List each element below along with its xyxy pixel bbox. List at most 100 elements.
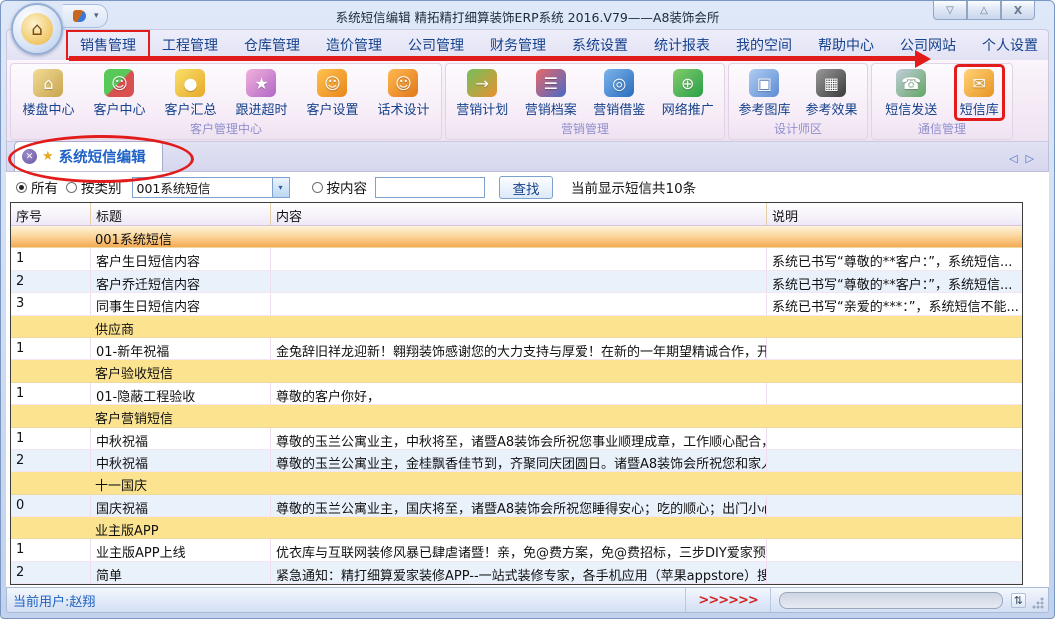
resize-grip-icon[interactable] [1032, 597, 1044, 609]
find-button[interactable]: 查找 [499, 176, 553, 199]
network-promotion-icon: ⊕ [673, 69, 703, 97]
updown-icon[interactable]: ⇅ [1011, 593, 1026, 608]
ribbon-button-0-1[interactable]: ☺客户中心 [89, 66, 149, 119]
menu-item-7[interactable]: 统计报表 [641, 31, 723, 59]
menu-item-3[interactable]: 造价管理 [313, 31, 395, 59]
chevron-down-icon[interactable]: ▾ [272, 178, 289, 197]
menubar-items: 销售管理工程管理仓库管理造价管理公司管理财务管理系统设置统计报表我的空间帮助中心 [67, 31, 887, 59]
ribbon-button-0-5[interactable]: ☺话术设计 [373, 66, 433, 119]
menubar-right-items: 公司网站个人设置 [887, 31, 1051, 59]
radio-dot [66, 182, 77, 193]
menu-item-0[interactable]: 销售管理 [67, 31, 149, 59]
annotation-red-arrow-line [69, 56, 917, 61]
app-window: ⌂ ▾ 系统短信编辑 精拓精打细算装饰ERP系统 2016.V79——A8装饰会… [0, 0, 1055, 619]
ribbon-button-0-2[interactable]: ●客户汇总 [160, 66, 220, 119]
menu-item-2[interactable]: 仓库管理 [231, 31, 313, 59]
table-cell: 2 [11, 450, 91, 471]
table-cell [271, 293, 767, 314]
table-cell: 01-隐蔽工程验收 [91, 383, 271, 404]
ribbon-button-label: 楼盘中心 [22, 99, 74, 118]
header-seq[interactable]: 序号 [11, 203, 91, 225]
ribbon-button-3-0[interactable]: ☎短信发送 [881, 66, 941, 119]
table-row[interactable]: 1客户生日短信内容系统已书写“尊敬的**客户：”，系统短信... [11, 248, 1022, 270]
table-cell: 2 [11, 271, 91, 292]
table-cell: 尊敬的玉兰公寓业主，中秋将至，诸暨A8装饰会所祝您事业顺理成章，工作顺心配合，生… [271, 428, 767, 449]
tab-scroll-left-icon[interactable]: ◁ [1009, 152, 1017, 165]
table-row[interactable]: 1中秋祝福尊敬的玉兰公寓业主，中秋将至，诸暨A8装饰会所祝您事业顺理成章，工作顺… [11, 428, 1022, 450]
table-row[interactable]: 101-隐蔽工程验收尊敬的客户你好， [11, 383, 1022, 405]
ribbon-button-1-1[interactable]: ☰ 营销档案 [521, 66, 581, 119]
header-title[interactable]: 标题 [91, 203, 271, 225]
table-cell: 尊敬的客户你好， [271, 383, 767, 404]
table-cell: 优衣库与互联网装修风暴已肆虐诸暨！亲，免@费方案，免@费招标，三步DIY爱家预算… [271, 539, 767, 560]
radio-all[interactable]: 所有 [16, 177, 58, 197]
table-cell: 客户生日短信内容 [91, 248, 271, 269]
table-row[interactable]: 3同事生日短信内容系统已书写“亲爱的***：”，系统短信不能... [11, 293, 1022, 315]
content-search-input[interactable] [375, 177, 485, 198]
table-row[interactable]: 101-新年祝福金兔辞旧祥龙迎新！翱翔装饰感谢您的大力支持与厚爱！在新的一年期望… [11, 338, 1022, 360]
header-note[interactable]: 说明 [767, 203, 1022, 225]
tab-scroll-right-icon[interactable]: ▷ [1026, 152, 1034, 165]
table-cell [767, 383, 1022, 404]
ribbon-button-1-3[interactable]: ⊕ 网络推广 [658, 66, 718, 119]
maximize-button[interactable]: △ [967, 1, 1001, 20]
tabstrip: ✕ ★ 系统短信编辑 ◁ ▷ [6, 142, 1049, 172]
menu-right-item-1[interactable]: 个人设置 [969, 31, 1051, 59]
header-content[interactable]: 内容 [271, 203, 767, 225]
followup-overdue-icon: ★ [246, 69, 276, 97]
ribbon-button-0-3[interactable]: ★ 跟进超时 [231, 66, 291, 119]
sms-send-icon: ☎ [896, 69, 926, 97]
customers-icon: ☺ [104, 69, 134, 97]
table-group-row[interactable]: 业主版APP [11, 517, 1022, 539]
table-cell [767, 539, 1022, 560]
table-cell: 客户乔迁短信内容 [91, 271, 271, 292]
table-group-row[interactable]: 001系统短信 [11, 226, 1022, 248]
ribbon-button-label: 营销档案 [525, 99, 577, 118]
statusbar-right: >>>>>> ⇅ [685, 588, 1048, 612]
ribbon-button-0-4[interactable]: ☺客户设置 [302, 66, 362, 119]
table-cell [767, 495, 1022, 516]
tab-close-icon[interactable]: ✕ [22, 149, 37, 164]
close-button[interactable]: X [1001, 1, 1035, 20]
statusbar: 当前用户:赵翔 >>>>>> ⇅ [6, 587, 1049, 613]
radio-by-category[interactable]: 按类别 [66, 177, 122, 197]
menu-item-6[interactable]: 系统设置 [559, 31, 641, 59]
ribbon-button-3-1[interactable]: ✉短信库 [956, 66, 1003, 119]
table-cell [767, 338, 1022, 359]
ribbon-button-2-0[interactable]: ▣参考图库 [734, 66, 794, 119]
table-row[interactable]: 2中秋祝福尊敬的玉兰公寓业主，金桂飘香佳节到，齐聚同庆团圆日。诸暨A8装饰会所祝… [11, 450, 1022, 472]
ribbon-button-1-2[interactable]: ◎营销借鉴 [589, 66, 649, 119]
chevrons-indicator: >>>>>> [685, 588, 770, 612]
ribbon-group-caption: 通信管理 [874, 120, 1010, 139]
ribbon-button-label: 跟进超时 [235, 99, 287, 118]
ribbon-button-1-0[interactable]: →营销计划 [452, 66, 512, 119]
category-dropdown[interactable]: 001系统短信 ▾ [132, 177, 290, 198]
minimize-button[interactable]: ▽ [933, 1, 967, 20]
ribbon-button-label: 网络推广 [662, 99, 714, 118]
tab-system-sms-edit[interactable]: ✕ ★ 系统短信编辑 [14, 141, 163, 171]
table-row[interactable]: 2客户乔迁短信内容 系统已书写“尊敬的**客户：”，系统短信... [11, 271, 1022, 293]
menu-item-5[interactable]: 财务管理 [477, 31, 559, 59]
table-group-row[interactable]: 客户验收短信 [11, 360, 1022, 382]
table-group-row[interactable]: 十一国庆 [11, 472, 1022, 494]
marketing-archive-icon: ☰ [536, 69, 566, 97]
tab-scroll-nav: ◁ ▷ [1009, 152, 1048, 165]
ribbon-button-2-1[interactable]: ▦参考效果 [801, 66, 861, 119]
menu-item-1[interactable]: 工程管理 [149, 31, 231, 59]
table-row[interactable]: 2简单紧急通知：精打细算爱家装修APP--一站式装修专家，各手机应用（苹果app… [11, 562, 1022, 584]
table-cell: 系统已书写“尊敬的**客户：”，系统短信... [767, 271, 1022, 292]
app-orb-button[interactable]: ⌂ [11, 3, 63, 55]
table-cell [767, 562, 1022, 583]
radio-by-content[interactable]: 按内容 [312, 177, 368, 197]
table-group-row[interactable]: 供应商 [11, 316, 1022, 338]
menu-item-8[interactable]: 我的空间 [723, 31, 805, 59]
ribbon-group-3: ☎短信发送 ✉短信库通信管理 [871, 63, 1013, 140]
table-row[interactable]: 1业主版APP上线优衣库与互联网装修风暴已肆虐诸暨！亲，免@费方案，免@费招标，… [11, 539, 1022, 561]
table-row[interactable]: 0国庆祝福尊敬的玉兰公寓业主，国庆将至，诸暨A8装饰会所祝您睡得安心；吃的顺心；… [11, 495, 1022, 517]
ribbon-button-0-0[interactable]: ⌂楼盘中心 [18, 66, 78, 119]
table-cell: 金兔辞旧祥龙迎新！翱翔装饰感谢您的大力支持与厚爱！在新的一年期望精诚合作，开创.… [271, 338, 767, 359]
menu-item-9[interactable]: 帮助中心 [805, 31, 887, 59]
radio-content-label: 按内容 [327, 177, 368, 197]
table-group-row[interactable]: 客户营销短信 [11, 405, 1022, 427]
menu-item-4[interactable]: 公司管理 [395, 31, 477, 59]
